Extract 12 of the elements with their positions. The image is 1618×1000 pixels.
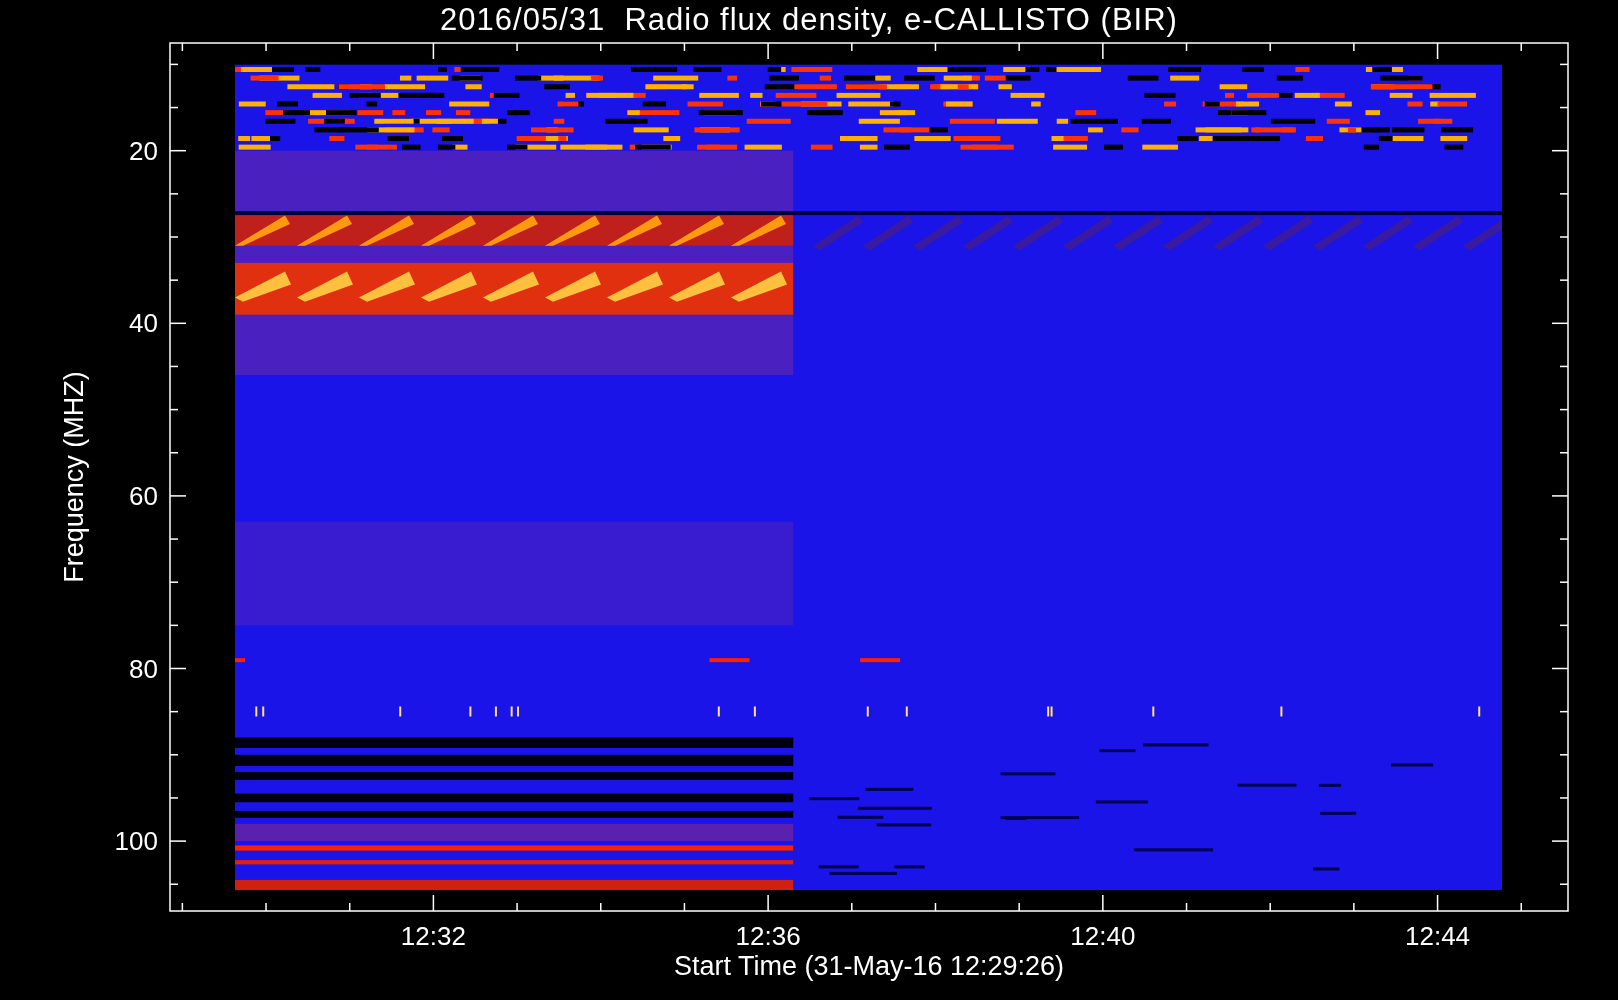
y-tick-label: 20 bbox=[129, 135, 158, 166]
x-axis-label: Start Time (31-May-16 12:29:26) bbox=[673, 951, 1065, 981]
chart-title: 2016/05/31 Radio flux density, e-CALLISTO (BIR) bbox=[440, 1, 1178, 39]
y-tick-label: 100 bbox=[114, 826, 158, 857]
x-tick-label: 12:44 bbox=[1405, 921, 1471, 951]
x-tick-label: 12:36 bbox=[735, 921, 801, 951]
y-tick-label: 80 bbox=[129, 653, 158, 684]
y-tick-label: 60 bbox=[129, 480, 158, 511]
y-tick-label: 40 bbox=[129, 308, 158, 339]
x-tick-label: 12:40 bbox=[1070, 921, 1136, 951]
y-axis-label: Frequency (MHZ) bbox=[59, 371, 89, 583]
x-tick-label: 12:32 bbox=[400, 921, 466, 951]
